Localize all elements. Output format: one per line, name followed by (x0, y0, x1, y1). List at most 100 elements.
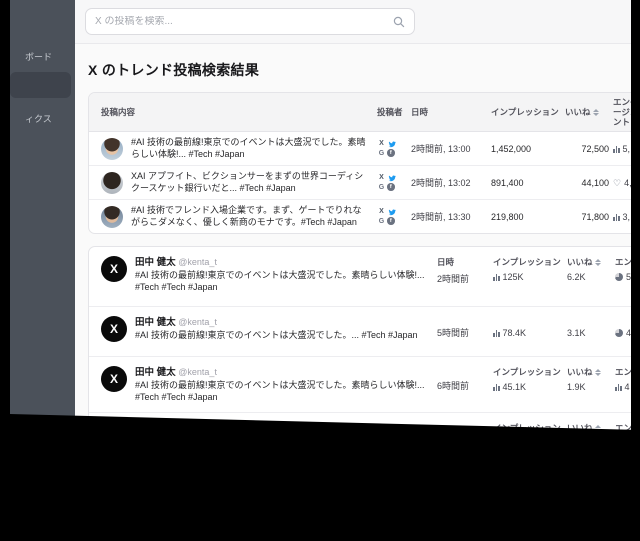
post-text: XAI アプフイト、ビクションサーをまずの世界コーディシクースケット銀行いだと.… (131, 171, 364, 193)
facebook-icon: f (387, 217, 395, 225)
column-header-engagement: エンゲ (615, 367, 631, 377)
column-header-likes[interactable]: いいね (565, 103, 613, 121)
author-name[interactable]: 田中 健太 (135, 317, 176, 328)
likes-value: 3.1K (567, 327, 586, 338)
author-name[interactable]: 田中 健太 (135, 367, 176, 378)
table-row[interactable]: XAI アプフイト、ビクションサーをまずの世界コーディシクースケット銀行いだと.… (89, 166, 631, 200)
impressions-value: 891,400 (491, 177, 524, 188)
bar-chart-icon (493, 383, 500, 391)
post-datetime: 2時間前, 13:00 (411, 144, 471, 154)
likes-header-label: いいね (567, 367, 593, 377)
bar-chart-icon (615, 383, 622, 391)
sort-icon[interactable] (594, 258, 601, 266)
column-header-impressions: インプレッション (493, 367, 561, 377)
impressions-value: 219,800 (491, 211, 524, 222)
post-datetime: 2時間前, 13:30 (411, 212, 471, 222)
sidebar-item-selected[interactable] (10, 72, 71, 98)
column-header-content: 投稿内容 (101, 107, 136, 117)
post-datetime: 2時間前 (437, 274, 470, 284)
x-icon: X (379, 140, 384, 147)
engagement-value: 4 (626, 327, 631, 338)
x-logo-avatar: X (101, 256, 127, 282)
post-datetime: 2時間前, 13:02 (411, 178, 471, 188)
google-icon: G (378, 184, 385, 191)
engagement-value: 3, (622, 211, 631, 222)
likes-value: 72,500 (581, 143, 609, 154)
likes-value: 6.2K (567, 272, 586, 282)
likes-header-label: いいね (567, 257, 593, 267)
search-input[interactable] (95, 16, 393, 27)
sidebar: ボード ィクス (10, 0, 75, 432)
column-header-likes[interactable]: いいね (567, 366, 615, 378)
engagement-value: 4 (624, 382, 630, 392)
facebook-icon: f (387, 183, 395, 191)
table-row[interactable]: X 田中 健太 @kenta_t #AI 技術の最前線!東京でのイベントは大盛況… (89, 357, 631, 413)
table-row[interactable]: X 田中 健太 @kenta_t #AI 技術の最前線!東京でのイベントは大盛況… (89, 307, 631, 357)
likes-value: 71,800 (581, 211, 609, 222)
page-title: X のトレンド投稿検索結果 (88, 62, 260, 78)
sidebar-item-dashboard[interactable]: ボード (10, 44, 71, 68)
pie-chart-icon (615, 273, 623, 281)
bar-chart-icon (613, 145, 620, 153)
table-row[interactable]: X 田中 健太 @kenta_t #AI 技術の最前線!東京でのイベントは大盛況… (89, 247, 631, 307)
bar-chart-icon (613, 213, 620, 221)
screenshot-bottom-cutoff (0, 413, 640, 541)
sort-icon[interactable] (592, 108, 599, 116)
author-name[interactable]: 田中 健太 (135, 257, 176, 268)
engagement-value: 4, (624, 177, 631, 188)
facebook-icon: f (387, 149, 395, 157)
post-text: #AI 技術の最前線!東京でのイベントは大盛況でした。素晴らしい体験!... #… (135, 270, 425, 292)
heart-icon: ♡ (613, 177, 622, 188)
x-logo-avatar: X (101, 316, 127, 342)
column-header-likes[interactable]: いいね (567, 256, 615, 268)
column-header-datetime: 日時 (411, 107, 429, 117)
pie-chart-icon (615, 328, 623, 337)
avatar (101, 137, 123, 160)
feed-table: X 田中 健太 @kenta_t #AI 技術の最前線!東京でのイベントは大盛況… (88, 246, 631, 432)
sort-icon[interactable] (594, 368, 601, 376)
likes-value: 1.9K (567, 382, 586, 392)
search-icon (393, 16, 405, 28)
table-row[interactable]: #AI 技術の最前線!東京でのイベントは大盛況でした。素晴らしい体験!... #… (89, 132, 631, 166)
column-header-datetime: 日時 (437, 257, 455, 267)
column-header-poster: 投稿者 (377, 107, 403, 117)
results-table: 投稿内容 投稿者 日時 インプレッション いいね エンゲージメント #AI 技術… (88, 92, 631, 234)
avatar (101, 171, 123, 194)
column-header-engagement: エンゲージメント (613, 97, 631, 127)
post-datetime: 5時間前 (437, 328, 470, 338)
post-text: #AI 技術でフレンド入場企業です。まず、ゲートでりれながらこダメなく、優しく新… (131, 205, 362, 227)
author-handle[interactable]: @kenta_t (178, 367, 217, 377)
author-handle[interactable]: @kenta_t (178, 317, 217, 327)
author-handle[interactable]: @kenta_t (178, 257, 217, 267)
twitter-bird-icon (387, 207, 396, 216)
avatar (101, 205, 123, 228)
sidebar-item-analytics[interactable]: ィクス (10, 106, 71, 130)
post-text: #AI 技術の最前線!東京でのイベントは大盛況でした。素晴らしい体験!... #… (135, 380, 425, 402)
post-text: #AI 技術の最前線!東京でのイベントは大盛況でした。素晴らしい体験!... #… (131, 137, 366, 159)
table-row[interactable]: #AI 技術でフレンド入場企業です。まず、ゲートでりれながらこダメなく、優しく新… (89, 200, 631, 233)
app-window: ボード ィクス X のトレンド投稿検索結果 投稿内容 (10, 0, 631, 432)
engagement-value: 5, (622, 143, 631, 154)
column-header-impressions: インプレッション (491, 107, 559, 117)
impressions-value: 125K (502, 272, 524, 282)
x-icon: X (379, 208, 384, 215)
twitter-bird-icon (387, 139, 396, 148)
google-icon: G (378, 150, 385, 157)
bar-chart-icon (493, 329, 500, 337)
twitter-bird-icon (387, 173, 396, 182)
column-header-engagement: エンゲ (615, 257, 631, 267)
post-text: #AI 技術の最前線!東京でのイベントは大盛況でした。... #Tech #Ja… (135, 330, 418, 340)
column-header-impressions: インプレッション (493, 257, 561, 267)
google-icon: G (378, 218, 385, 225)
impressions-value: 1,452,000 (491, 143, 532, 154)
likes-header-label: いいね (565, 107, 591, 117)
x-icon: X (379, 174, 384, 181)
impressions-value: 45.1K (502, 382, 527, 392)
engagement-value: 5 (626, 272, 631, 282)
search-box[interactable] (85, 8, 415, 35)
impressions-value: 78.4K (502, 327, 527, 338)
topbar (75, 0, 631, 44)
results-table-header: 投稿内容 投稿者 日時 インプレッション いいね エンゲージメント (89, 93, 631, 132)
post-datetime: 6時間前 (437, 381, 470, 391)
x-logo-avatar: X (101, 366, 127, 392)
